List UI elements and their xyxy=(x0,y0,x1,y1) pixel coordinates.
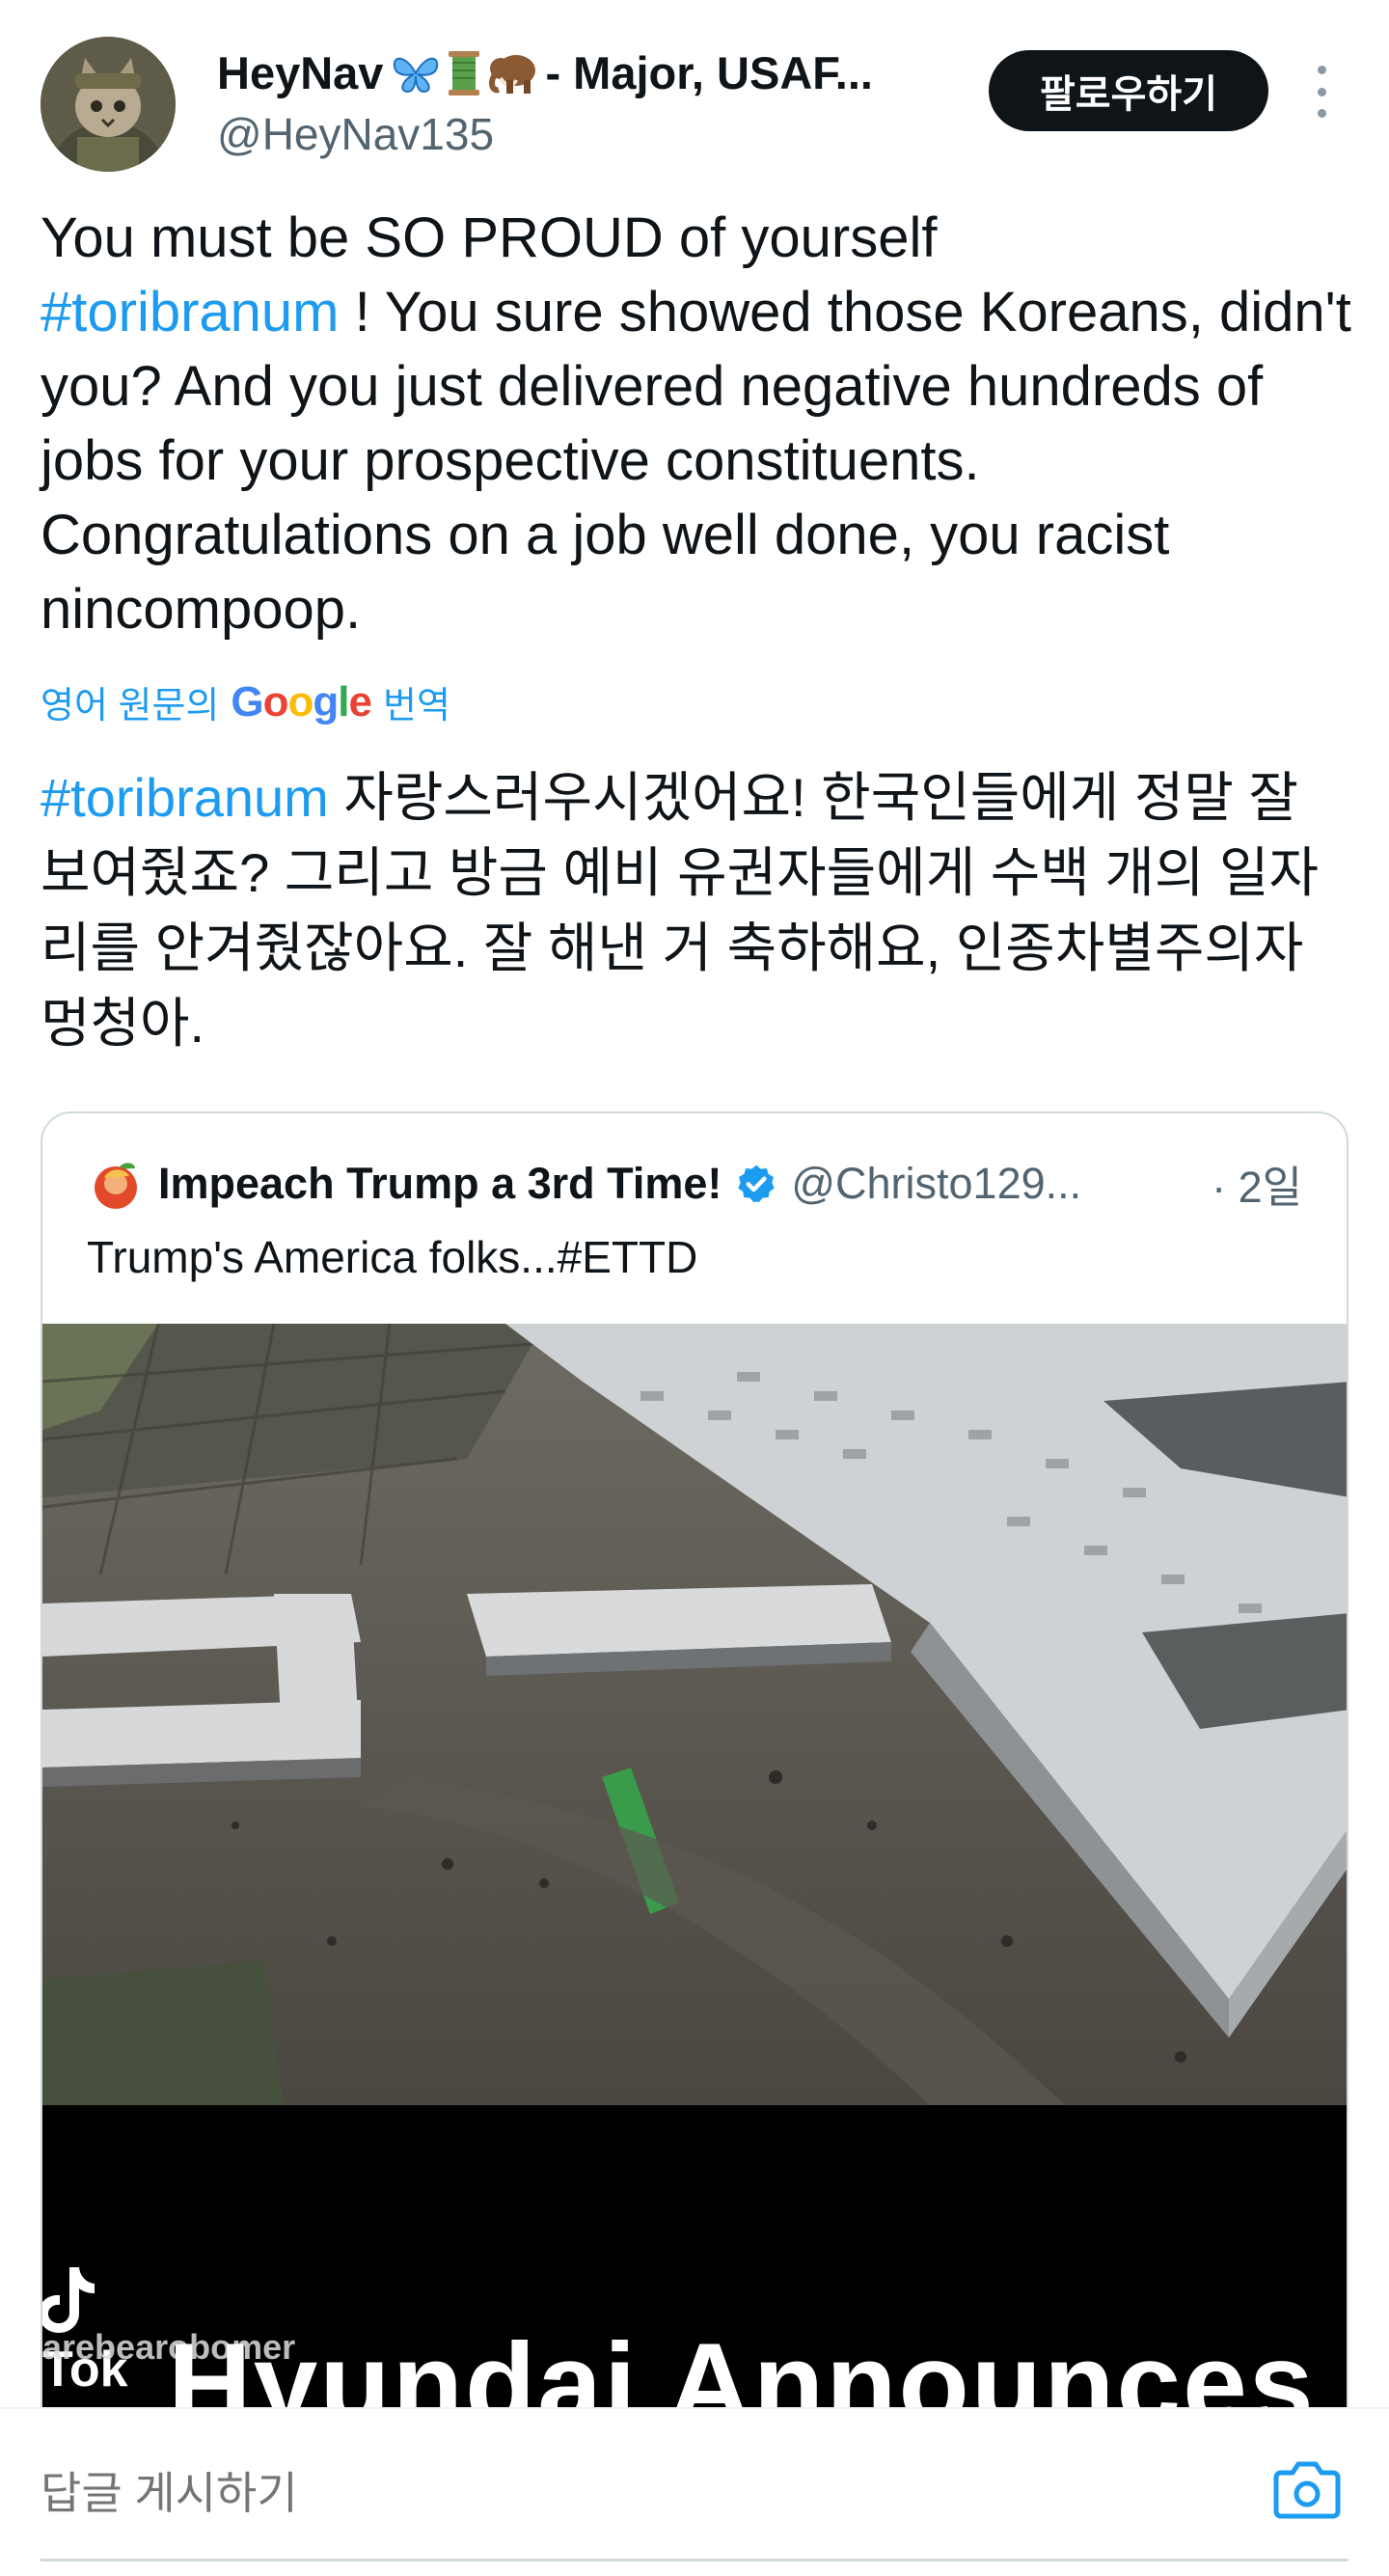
quoted-author-handle[interactable]: @Christo129... xyxy=(791,1159,1081,1209)
mammoth-icon xyxy=(489,54,536,94)
author-avatar[interactable] xyxy=(41,37,176,172)
author-handle[interactable]: @HeyNav135 xyxy=(217,108,494,160)
post-hashtag[interactable]: #toribranum xyxy=(41,281,339,343)
verified-badge-icon xyxy=(738,1165,776,1202)
reply-underline xyxy=(41,2559,1348,2562)
author-name-suffix: - Major, USAF... xyxy=(545,47,873,98)
quoted-tweet-video[interactable]: Tok arebearobomer Hyundai Announces xyxy=(42,1324,1347,2576)
camera-icon[interactable] xyxy=(1273,2459,1341,2519)
more-options-icon[interactable] xyxy=(1307,66,1336,118)
quoted-author-avatar[interactable] xyxy=(87,1154,145,1213)
reply-bar xyxy=(0,2407,1389,2576)
quoted-author-name[interactable]: Impeach Trump a 3rd Time! xyxy=(158,1159,722,1209)
quoted-tweet-card[interactable]: Impeach Trump a 3rd Time! @Christo129...… xyxy=(41,1111,1348,2576)
follow-button[interactable]: 팔로우하기 xyxy=(989,50,1268,131)
author-emoji-strip xyxy=(391,49,537,97)
aerial-factory-photo xyxy=(42,1324,1347,2105)
author-name-row[interactable]: HeyNav - Major, USAF... xyxy=(217,46,950,99)
butterfly-icon xyxy=(394,57,439,93)
quoted-tweet-time[interactable]: · 2일 xyxy=(1212,1152,1302,1215)
post-text-line1: You must be SO PROUD of yourself xyxy=(41,206,938,269)
quoted-tweet-text: Trump's America folks...#ETTD xyxy=(87,1232,698,1282)
tweet-detail-page: HeyNav - Major, USAF... @HeyNav135 팔로우하기… xyxy=(0,0,1389,2576)
translated-text: #toribranum 자랑스러우시겠어요! 한국인들에게 정말 잘 보여줬죠?… xyxy=(41,760,1352,1061)
post-text: You must be SO PROUD of yourself #toribr… xyxy=(41,201,1352,646)
translation-attribution[interactable]: 영어 원문의 Google 번역 xyxy=(41,675,450,728)
quoted-tweet-header: Impeach Trump a 3rd Time! @Christo129...… xyxy=(87,1152,1302,1215)
google-logo: Google xyxy=(231,677,372,726)
thread-spool-icon xyxy=(449,50,480,96)
tiktok-logo-icon xyxy=(42,2267,95,2333)
translated-hashtag[interactable]: #toribranum xyxy=(41,767,329,828)
reply-input[interactable] xyxy=(41,2467,1198,2519)
author-display-name[interactable]: HeyNav xyxy=(217,46,383,99)
translate-prefix: 영어 원문의 xyxy=(41,686,220,726)
translate-suffix: 번역 xyxy=(382,686,450,726)
